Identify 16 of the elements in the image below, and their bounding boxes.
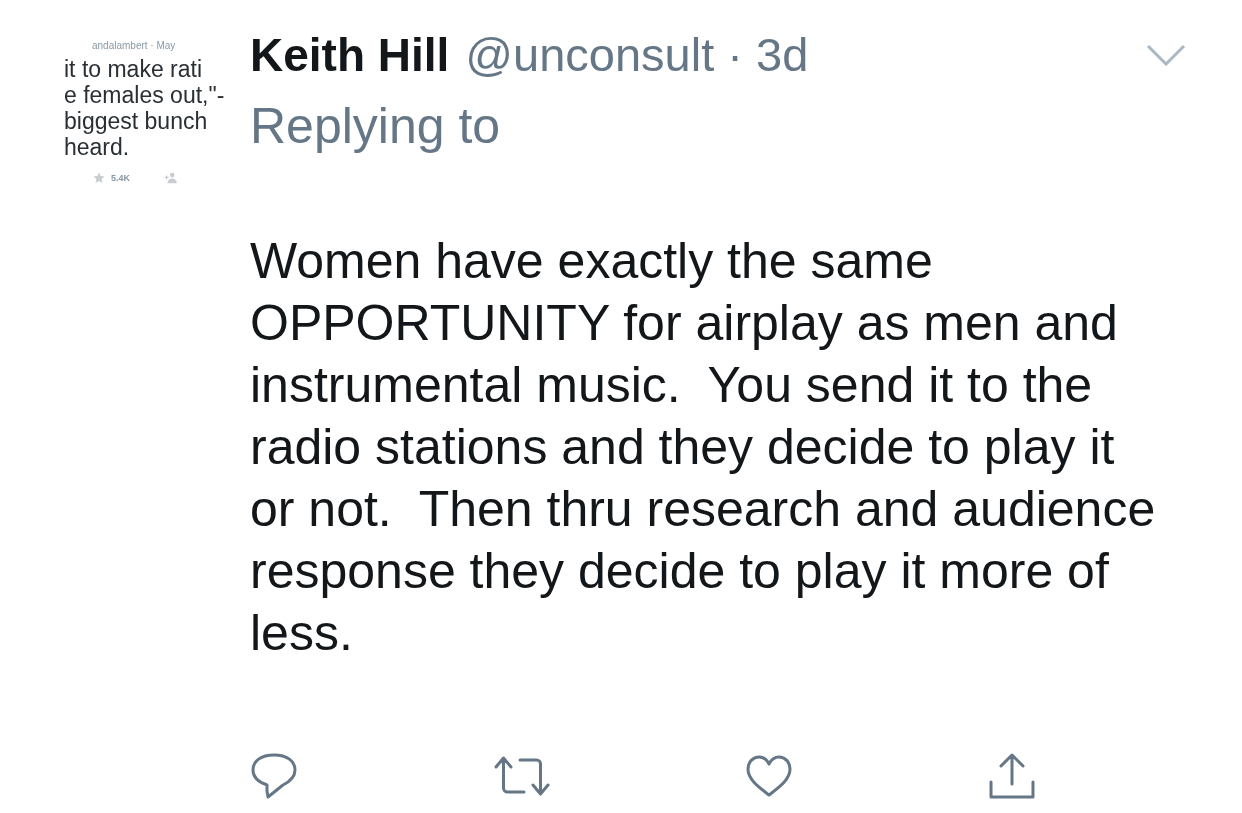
person-plus-icon: [164, 172, 178, 184]
share-icon[interactable]: [988, 752, 1036, 800]
quoted-text-line: e females out,"-: [64, 82, 225, 108]
replying-to-label: Replying to: [250, 98, 502, 154]
reply-icon[interactable]: [250, 752, 298, 800]
quoted-text-line: it to make rati: [64, 56, 203, 82]
star-icon: [93, 172, 105, 184]
tweet-text: Women have exactly the same OPPORTUNITY for airplay as men and instrumental music. You send it to the radio stations and they decide to play it or not. Then thru research and audience response they decide to play it more of less.: [250, 232, 1157, 663]
retweet-icon[interactable]: [494, 755, 550, 797]
star-count: 5.4K: [111, 173, 130, 183]
quoted-text-line: biggest bunch: [64, 108, 208, 134]
quoted-text-line: heard.: [64, 134, 130, 160]
author-name: Keith Hill: [250, 28, 450, 83]
handle-and-time: @unconsult · 3d: [465, 27, 809, 83]
quoted-meta: andalambert · May: [92, 40, 176, 52]
heart-icon[interactable]: [746, 755, 792, 797]
